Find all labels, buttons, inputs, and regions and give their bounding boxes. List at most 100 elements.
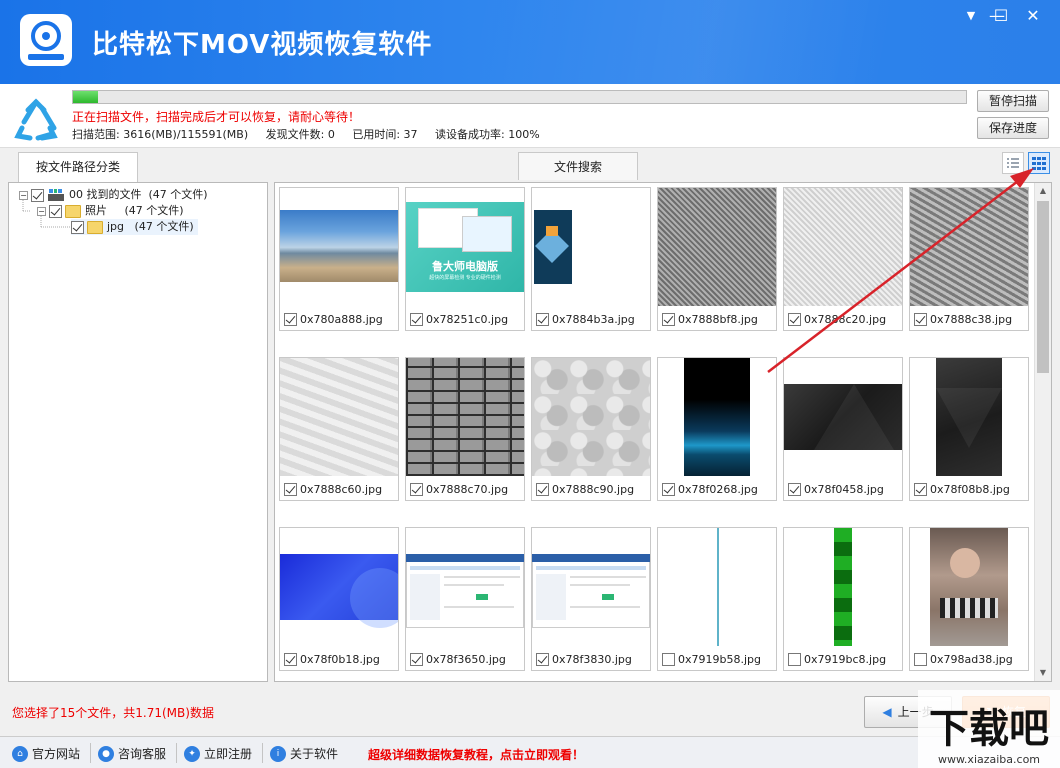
file-thumbnail — [280, 528, 398, 646]
collapse-icon[interactable]: − — [19, 190, 28, 200]
file-card[interactable]: 0x7884b3a.jpg — [531, 187, 651, 331]
file-checkbox[interactable] — [662, 652, 675, 666]
file-thumbnail — [658, 188, 776, 306]
vertical-scrollbar[interactable]: ▲ ▼ — [1034, 183, 1051, 681]
file-checkbox[interactable] — [284, 312, 297, 326]
file-card[interactable]: 0x798ad38.jpg — [909, 527, 1029, 671]
found-files-count: 发现文件数: 0 — [265, 128, 335, 141]
file-checkbox[interactable] — [536, 652, 549, 666]
save-progress-button[interactable]: 保存进度 — [977, 117, 1049, 139]
close-button[interactable]: ✕ — [1022, 6, 1044, 26]
collapse-icon[interactable]: − — [37, 206, 46, 216]
file-card[interactable]: 0x7919b58.jpg — [657, 527, 777, 671]
file-card[interactable]: 0x780a888.jpg — [279, 187, 399, 331]
tree-checkbox[interactable] — [31, 188, 44, 202]
register-label: 立即注册 — [204, 747, 253, 761]
scan-progress-bar — [72, 90, 967, 104]
menu-icon[interactable]: ▼ — [960, 6, 982, 26]
file-checkbox[interactable] — [410, 482, 423, 496]
file-checkbox[interactable] — [914, 652, 927, 666]
tree-item-label: 照片 — [85, 204, 107, 217]
footer-bar: ⌂ 官方网站 ● 咨询客服 ✦ 立即注册 i 关于软件 超级详细数据恢复教程，点击立即观… — [0, 736, 1060, 768]
divider — [262, 743, 263, 763]
file-checkbox[interactable] — [788, 652, 801, 666]
tree-item-jpg[interactable]: jpg (47 个文件) — [71, 219, 198, 235]
tree-item-count: (47 个文件) — [148, 188, 208, 201]
file-thumbnail — [658, 358, 776, 476]
website-link[interactable]: ⌂ 官方网站 — [12, 745, 80, 762]
file-thumbnail — [784, 528, 902, 646]
file-checkbox[interactable] — [284, 652, 297, 666]
file-checkbox[interactable] — [410, 312, 423, 326]
maximize-button[interactable]: ☐ — [990, 6, 1012, 26]
list-view-button[interactable] — [1002, 152, 1024, 174]
elapsed-time: 已用时间: 37 — [352, 128, 418, 141]
file-checkbox[interactable] — [284, 482, 297, 496]
file-card[interactable]: 0x78f0268.jpg — [657, 357, 777, 501]
file-card[interactable]: 0x7888c90.jpg — [531, 357, 651, 501]
file-thumbnail — [280, 358, 398, 476]
file-checkbox[interactable] — [410, 652, 423, 666]
tab-file-search[interactable]: 文件搜索 — [518, 152, 638, 180]
file-thumbnail-grid: 0x780a888.jpg 鲁大师电脑版 超快的屏幕检测 专业的硬件检测 0x7825… — [274, 182, 1052, 682]
file-checkbox[interactable] — [914, 312, 927, 326]
file-thumbnail — [910, 188, 1028, 306]
pause-scan-button[interactable]: 暂停扫描 — [977, 90, 1049, 112]
tree-item-photos[interactable]: − 照片 (47 个文件) — [37, 203, 184, 219]
file-card[interactable]: 0x7888bf8.jpg — [657, 187, 777, 331]
file-card[interactable]: 0x7888c70.jpg — [405, 357, 525, 501]
tab-by-path[interactable]: 按文件路径分类 — [18, 152, 138, 182]
file-card[interactable]: 0x78f3650.jpg — [405, 527, 525, 671]
tree-item-found-files[interactable]: − 00 找到的文件 (47 个文件) — [19, 187, 208, 203]
file-card[interactable]: 0x7888c38.jpg — [909, 187, 1029, 331]
file-checkbox[interactable] — [914, 482, 927, 496]
tree-checkbox[interactable] — [49, 204, 62, 218]
file-card[interactable]: 0x78f3830.jpg — [531, 527, 651, 671]
file-name: 0x7919b58.jpg — [678, 652, 761, 666]
file-card-footer: 0x78f08b8.jpg — [914, 481, 1010, 497]
file-thumbnail — [532, 358, 650, 476]
scroll-down-icon[interactable]: ▼ — [1035, 665, 1051, 681]
recycle-icon — [14, 98, 58, 141]
file-checkbox[interactable] — [788, 312, 801, 326]
thumb-subcaption: 超快的屏幕检测 专业的硬件检测 — [429, 275, 501, 281]
file-card[interactable]: 0x7919bc8.jpg — [783, 527, 903, 671]
scroll-up-icon[interactable]: ▲ — [1035, 183, 1051, 199]
file-checkbox[interactable] — [536, 312, 549, 326]
file-name: 0x798ad38.jpg — [930, 652, 1013, 666]
file-checkbox[interactable] — [662, 312, 675, 326]
tree-item-label: jpg — [107, 220, 125, 233]
file-card[interactable]: 0x7888c60.jpg — [279, 357, 399, 501]
support-link[interactable]: ● 咨询客服 — [98, 745, 166, 762]
app-title: 比特松下MOV视频恢复软件 — [92, 30, 433, 60]
watermark-text: 下载吧 — [929, 706, 1049, 752]
tutorial-promo-link[interactable]: 超级详细数据恢复教程，点击立即观看！ — [368, 746, 584, 763]
scroll-thumb[interactable] — [1037, 201, 1049, 373]
file-thumbnail — [784, 358, 902, 476]
file-checkbox[interactable] — [662, 482, 675, 496]
selection-summary: 您选择了15个文件，共1.71(MB)数据 — [12, 706, 214, 720]
file-name: 0x7888c70.jpg — [426, 482, 509, 496]
register-link[interactable]: ✦ 立即注册 — [184, 745, 252, 762]
support-label: 咨询客服 — [118, 747, 167, 761]
grid-view-button[interactable] — [1028, 152, 1050, 174]
tree-checkbox[interactable] — [71, 220, 84, 234]
file-card[interactable]: 0x78f0458.jpg — [783, 357, 903, 501]
file-checkbox[interactable] — [536, 482, 549, 496]
file-card[interactable]: 0x7888c20.jpg — [783, 187, 903, 331]
file-card-footer: 0x7888c90.jpg — [536, 481, 634, 497]
file-card[interactable]: 0x78f0b18.jpg — [279, 527, 399, 671]
file-card-footer: 0x78f0458.jpg — [788, 481, 884, 497]
file-name: 0x78251c0.jpg — [426, 312, 509, 326]
website-label: 官方网站 — [32, 747, 81, 761]
about-link[interactable]: i 关于软件 — [270, 745, 338, 762]
file-name: 0x78f3830.jpg — [552, 652, 632, 666]
file-checkbox[interactable] — [788, 482, 801, 496]
tree-item-label: 00 找到的文件 — [69, 188, 142, 201]
file-thumbnail — [532, 528, 650, 646]
divider — [90, 743, 91, 763]
file-card[interactable]: 鲁大师电脑版 超快的屏幕检测 专业的硬件检测 0x78251c0.jpg — [405, 187, 525, 331]
file-card[interactable]: 0x78f08b8.jpg — [909, 357, 1029, 501]
folder-icon — [87, 220, 103, 234]
watermark-logo: 下载吧 www.xiazaiba.com — [918, 690, 1060, 768]
